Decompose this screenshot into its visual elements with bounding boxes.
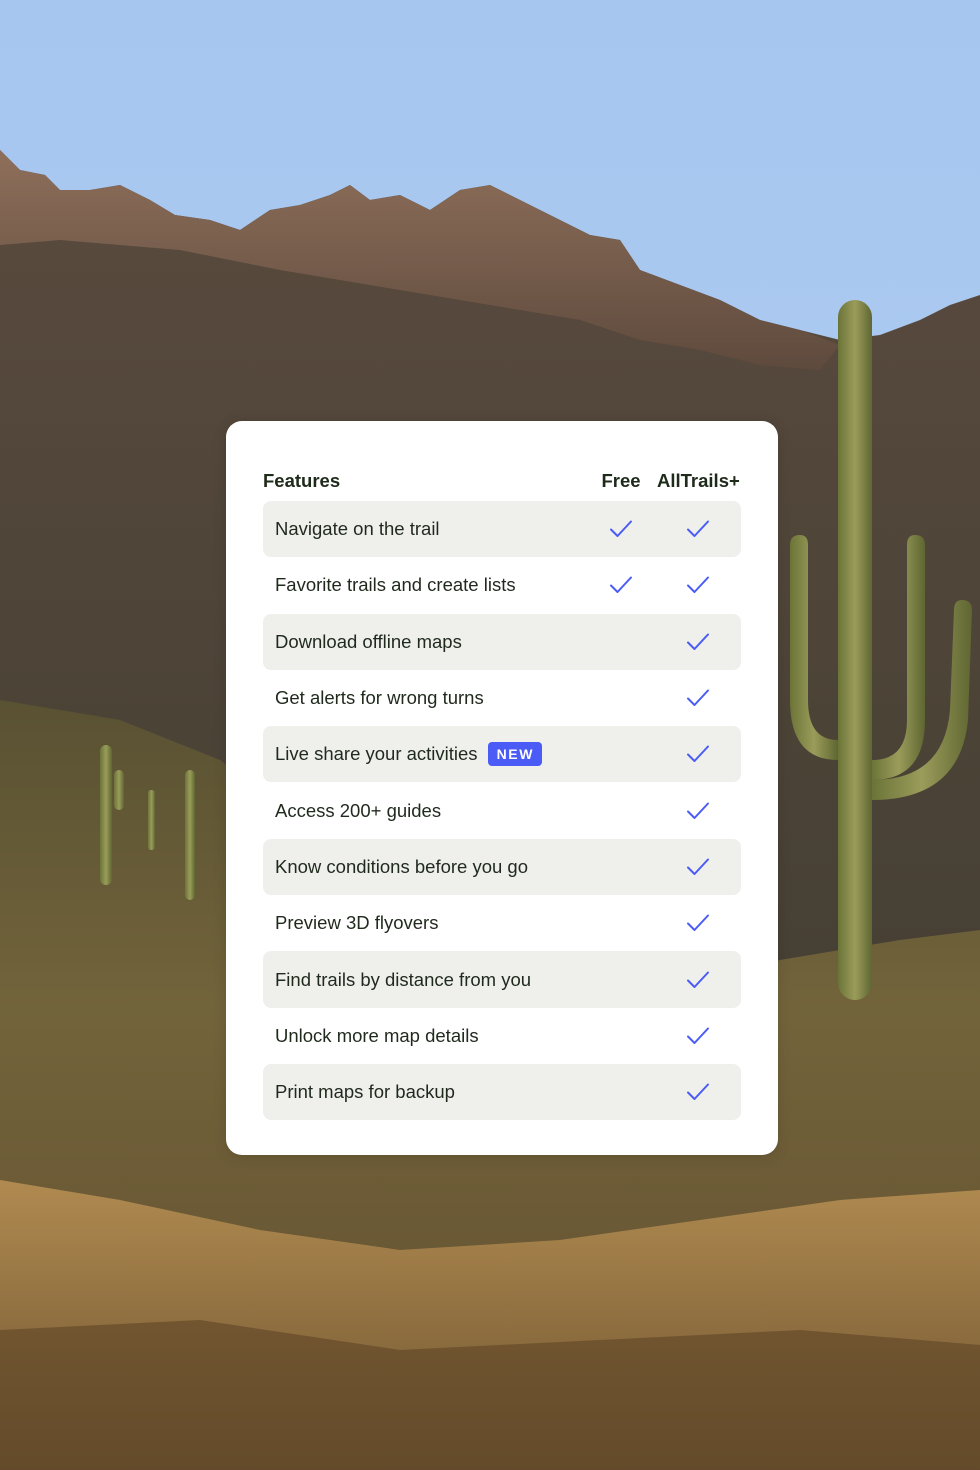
plus-check-icon — [686, 518, 710, 540]
feature-label: Access 200+ guides — [275, 799, 442, 821]
feature-row: Preview 3D flyovers — [263, 895, 741, 951]
features-column-header: Features — [263, 470, 341, 491]
feature-label: Preview 3D flyovers — [275, 912, 439, 934]
plus-check-icon — [686, 631, 710, 653]
free-check-icon — [609, 574, 633, 596]
feature-row: Access 200+ guides — [263, 782, 741, 838]
plus-check-icon — [686, 969, 710, 991]
plus-check-icon — [686, 743, 710, 765]
feature-label: Live share your activities — [275, 743, 478, 765]
plus-check-icon — [686, 687, 710, 709]
feature-label: Download offline maps — [275, 630, 462, 652]
plus-check-icon — [686, 574, 710, 596]
free-column-header: Free — [601, 470, 641, 491]
feature-row: Find trails by distance from you — [263, 951, 741, 1008]
feature-label: Unlock more map details — [275, 1024, 479, 1046]
feature-label: Navigate on the trail — [275, 518, 440, 540]
feature-row: Favorite trails and create lists — [263, 557, 741, 613]
feature-row: Download offline maps — [263, 613, 741, 670]
alltrails-plus-column-header: AllTrails+ — [657, 470, 740, 491]
plus-check-icon — [686, 856, 710, 878]
plus-check-icon — [686, 1025, 710, 1047]
feature-label: Favorite trails and create lists — [275, 574, 516, 596]
plus-check-icon — [686, 912, 710, 934]
free-check-icon — [609, 518, 633, 540]
feature-label: Find trails by distance from you — [275, 968, 532, 990]
feature-row: Know conditions before you go — [263, 838, 741, 896]
feature-row: Live share your activities NEW — [263, 726, 741, 783]
feature-comparison-card: Features Free AllTrails+ Navigate on the… — [226, 421, 778, 1155]
feature-label: Get alerts for wrong turns — [275, 687, 484, 709]
feature-label: Print maps for backup — [275, 1081, 455, 1103]
feature-row: Print maps for backup — [263, 1063, 741, 1121]
plus-check-icon — [686, 1081, 710, 1103]
plus-check-icon — [686, 800, 710, 822]
new-badge: NEW — [487, 742, 543, 767]
feature-label: Know conditions before you go — [275, 855, 529, 877]
feature-row: Unlock more map details — [263, 1008, 741, 1064]
feature-row: Navigate on the trail — [263, 501, 741, 558]
comparison-header: Features Free AllTrails+ — [263, 467, 741, 499]
feature-row: Get alerts for wrong turns — [263, 670, 741, 726]
feature-list: Navigate on the trail Favorite trails an… — [263, 501, 741, 1121]
